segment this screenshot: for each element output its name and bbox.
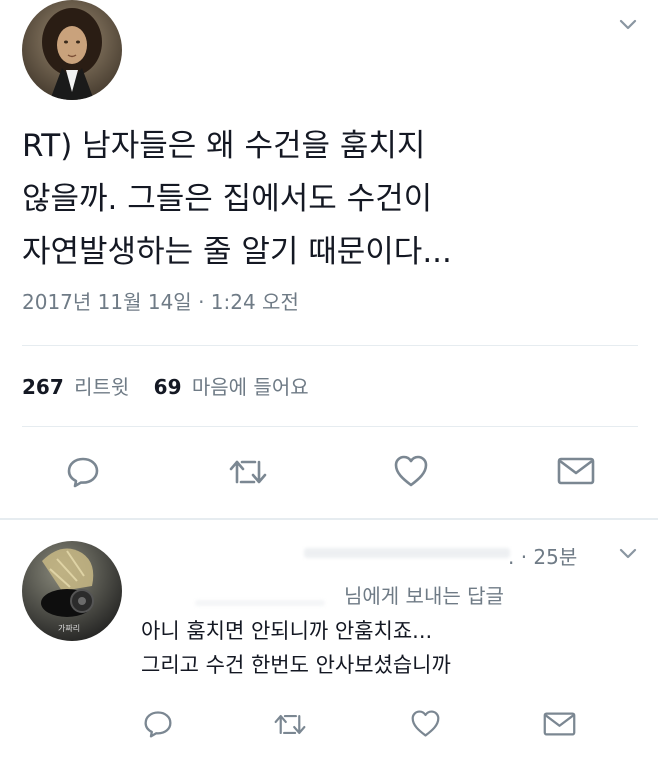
redacted-username bbox=[304, 548, 510, 558]
tweet-menu-chevron[interactable] bbox=[618, 18, 638, 32]
reply-reply-button[interactable] bbox=[143, 709, 173, 739]
tweet-text: RT) 남자들은 왜 수건을 훔치지 않을까. 그들은 집에서도 수건이 자연발… bbox=[22, 120, 622, 279]
divider bbox=[22, 345, 638, 346]
author-avatar[interactable] bbox=[22, 0, 122, 100]
retweet-label[interactable]: 리트윗 bbox=[74, 375, 129, 399]
reply-text-line: 그리고 수건 한번도 안사보셨습니까 bbox=[141, 653, 451, 677]
chevron-down-icon bbox=[619, 548, 637, 559]
like-icon bbox=[411, 710, 440, 737]
like-label[interactable]: 마음에 들어요 bbox=[192, 375, 309, 399]
reply-like-button[interactable] bbox=[410, 709, 441, 738]
reply-text: 아니 훔치면 안되니까 안훔치죠... 그리고 수건 한번도 안사보셨습니까 bbox=[141, 614, 451, 682]
tweet-timestamp[interactable]: 2017년 11월 14일 · 1:24 오전 bbox=[22, 286, 299, 315]
like-button[interactable] bbox=[393, 454, 429, 488]
reply-icon bbox=[67, 457, 99, 488]
chevron-down-icon bbox=[619, 19, 637, 30]
reply-avatar-caption: 가짜리 bbox=[58, 624, 81, 633]
reply-to-label: 님에게 보내는 답글 bbox=[344, 584, 504, 608]
like-count[interactable]: 69 bbox=[154, 375, 182, 399]
reply-time[interactable]: . · 25분 bbox=[508, 541, 577, 570]
reply-avatar[interactable]: 가짜리 bbox=[22, 541, 122, 641]
reply-text-line: 아니 훔치면 안되니까 안훔치죠... bbox=[141, 619, 433, 643]
like-icon bbox=[394, 455, 428, 487]
message-button[interactable] bbox=[557, 456, 595, 486]
retweet-icon bbox=[229, 460, 267, 484]
reply-icon bbox=[144, 711, 172, 738]
tweet-stats: 267 리트윗 69 마음에 들어요 bbox=[22, 371, 309, 400]
retweet-icon bbox=[274, 714, 306, 735]
section-divider bbox=[0, 518, 658, 520]
divider bbox=[22, 426, 638, 427]
reply-message-button[interactable] bbox=[543, 711, 576, 737]
tweet-text-line: RT) 남자들은 왜 수건을 훔치지 bbox=[22, 128, 426, 164]
reply-button[interactable] bbox=[66, 455, 100, 489]
tweet-text-line: 자연발생하는 줄 알기 때문이다... bbox=[22, 234, 452, 270]
reply-menu-chevron[interactable] bbox=[618, 547, 638, 561]
redacted-reply-target bbox=[195, 600, 325, 606]
retweet-button[interactable] bbox=[228, 456, 268, 488]
reply-retweet-button[interactable] bbox=[273, 711, 307, 738]
retweet-count[interactable]: 267 bbox=[22, 375, 64, 399]
message-icon bbox=[543, 712, 576, 736]
message-icon bbox=[557, 457, 595, 485]
tweet-text-line: 않을까. 그들은 집에서도 수건이 bbox=[22, 181, 433, 217]
